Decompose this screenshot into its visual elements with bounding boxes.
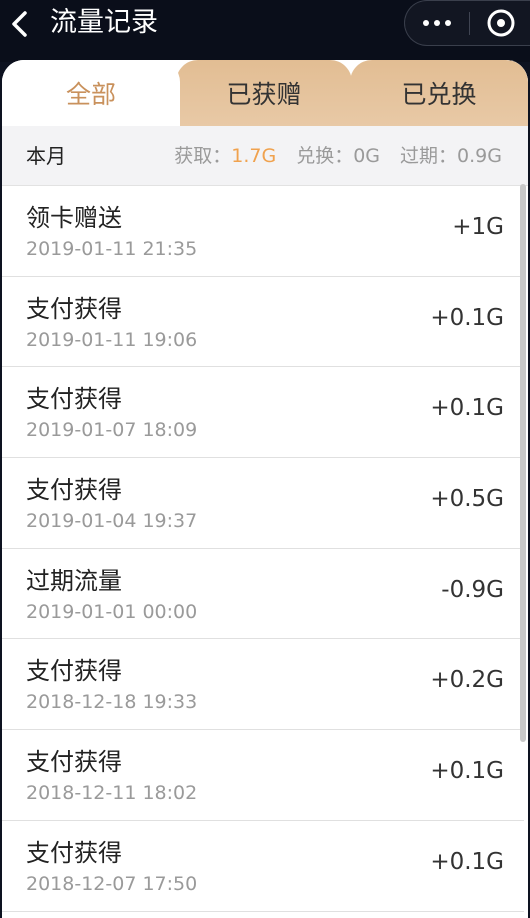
record-amount: +0.2G: [430, 667, 504, 694]
record-time: 2019-01-04 19:37: [26, 510, 198, 533]
record-title: 支付获得: [26, 657, 122, 686]
summary-period: 本月: [26, 144, 66, 168]
record-title: 支付获得: [26, 838, 122, 867]
obtained-value: 1.7G: [231, 145, 277, 167]
list-item[interactable]: 领卡赠送 2019-01-11 21:35 +1G: [2, 186, 524, 277]
record-time: 2019-01-01 00:00: [26, 600, 198, 623]
record-amount: +0.1G: [430, 304, 504, 331]
records-list: 领卡赠送 2019-01-11 21:35 +1G 支付获得 2019-01-1…: [2, 186, 524, 912]
list-item[interactable]: 支付获得 2018-12-11 18:02 +0.1G: [2, 730, 524, 821]
capsule-divider: [469, 12, 470, 35]
close-button[interactable]: [473, 1, 529, 45]
list-item[interactable]: 支付获得 2019-01-07 18:09 +0.1G: [2, 367, 524, 459]
obtained-label: 获取：: [174, 145, 232, 167]
record-amount: +0.1G: [430, 395, 504, 422]
list-item[interactable]: 支付获得 2018-12-18 19:33 +0.2G: [2, 639, 524, 731]
record-title: 支付获得: [26, 748, 122, 777]
scrollbar[interactable]: [520, 184, 526, 742]
record-amount: +0.1G: [430, 848, 504, 875]
exchanged-value: 0G: [353, 145, 381, 167]
close-target-icon: [487, 9, 515, 37]
more-dot: [445, 20, 451, 26]
record-time: 2019-01-11 19:06: [26, 328, 198, 351]
record-time: 2019-01-07 18:09: [26, 419, 198, 442]
record-amount: +0.5G: [430, 486, 504, 513]
back-button[interactable]: [2, 4, 36, 44]
record-title: 支付获得: [26, 294, 122, 323]
record-amount: +0.1G: [430, 758, 504, 785]
tab-received[interactable]: 已获赠: [176, 60, 352, 126]
records-card: 已获赠 已兑换 全部 本月 获取：1.7G 兑换：0G 过期：0.9G 领卡赠送 2…: [2, 60, 528, 918]
mini-program-capsule: [404, 0, 530, 46]
tab-all[interactable]: 全部: [2, 60, 180, 126]
exchanged-label: 兑换：: [296, 145, 354, 167]
record-title: 支付获得: [26, 476, 122, 505]
monthly-summary: 本月 获取：1.7G 兑换：0G 过期：0.9G: [2, 126, 528, 186]
record-amount: +1G: [452, 214, 504, 240]
tab-exchanged[interactable]: 已兑换: [350, 60, 528, 126]
record-time: 2019-01-11 21:35: [26, 238, 198, 260]
record-title: 领卡赠送: [26, 204, 122, 232]
record-title: 过期流量: [26, 566, 122, 595]
expired-value: 0.9G: [457, 145, 502, 167]
more-dot: [434, 20, 440, 26]
record-title: 支付获得: [26, 385, 122, 414]
record-time: 2018-12-11 18:02: [26, 782, 198, 805]
more-button[interactable]: [405, 1, 469, 45]
record-time: 2018-12-18 19:33: [26, 691, 198, 714]
top-navigation-bar: 流量记录: [0, 0, 530, 62]
summary-stats: 获取：1.7G 兑换：0G 过期：0.9G: [174, 126, 502, 186]
list-item[interactable]: 支付获得 2019-01-11 19:06 +0.1G: [2, 276, 524, 368]
list-item[interactable]: 支付获得 2018-12-07 17:50 +0.1G: [2, 820, 524, 912]
expired-label: 过期：: [400, 145, 458, 167]
more-dots-icon: [423, 20, 429, 26]
page-title: 流量记录: [50, 7, 158, 38]
record-amount: -0.9G: [441, 576, 504, 603]
list-item[interactable]: 过期流量 2019-01-01 00:00 -0.9G: [2, 548, 524, 640]
filter-tabs: 已获赠 已兑换 全部: [2, 60, 528, 126]
record-time: 2018-12-07 17:50: [26, 872, 198, 895]
chevron-left-icon: [12, 11, 27, 37]
list-item[interactable]: 支付获得 2019-01-04 19:37 +0.5G: [2, 458, 524, 549]
